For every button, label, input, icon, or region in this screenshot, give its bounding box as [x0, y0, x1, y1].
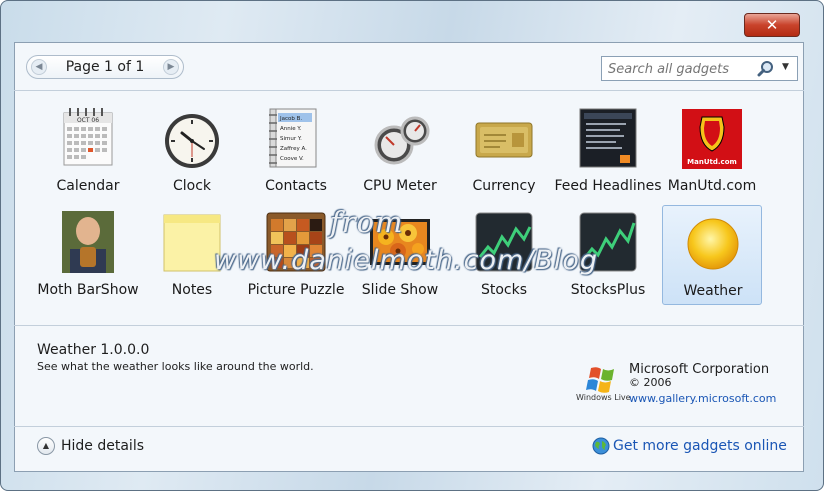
manutd-badge-text: ManUtd.com	[687, 158, 737, 166]
contact-name: Coove V.	[280, 156, 304, 162]
gadget-label: Stocks	[480, 282, 528, 298]
clock-icon	[165, 114, 219, 168]
hide-details-label[interactable]: Hide details	[61, 438, 144, 454]
hide-details-toggle[interactable]: ▲	[37, 437, 55, 455]
gadget-label: Contacts	[265, 178, 327, 194]
details-title: Weather 1.0.0.0	[37, 342, 150, 358]
gadget-calendar[interactable]: OCT 06 Calendar	[38, 101, 138, 201]
gadget-label: StocksPlus	[570, 282, 646, 298]
gadget-currency[interactable]: Currency	[454, 101, 554, 201]
details-description: See what the weather looks like around t…	[37, 360, 314, 373]
contact-name: Jacob B.	[279, 116, 302, 122]
copyright: © 2006	[629, 376, 672, 389]
gadget-label: Feed Headlines	[554, 178, 662, 194]
contact-name: Simur Y.	[280, 136, 302, 142]
gadget-label: Notes	[171, 282, 213, 298]
calendar-icon: OCT 06	[63, 108, 113, 166]
gadget-label: Calendar	[56, 178, 120, 194]
gadget-label: Moth BarShow	[37, 282, 139, 298]
gadget-cpu-meter[interactable]: CPU Meter	[350, 101, 450, 201]
calendar-month: OCT 06	[77, 117, 99, 124]
contacts-icon: Jacob B. Annie Y. Simur Y. Zaffrey A. Co…	[269, 108, 317, 168]
watermark-line-1: from	[330, 205, 404, 239]
manutd-icon: ManUtd.com	[682, 109, 742, 169]
gadget-label: Clock	[172, 178, 212, 194]
search-input[interactable]	[606, 59, 758, 79]
watermark-line-2: www.danielmoth.com/Blog	[214, 245, 599, 276]
gadget-label: Slide Show	[361, 282, 439, 298]
weather-icon	[687, 218, 739, 270]
publisher-link[interactable]: www.gallery.microsoft.com	[629, 392, 776, 405]
windows-live-text: Windows Live	[576, 393, 631, 402]
get-more-gadgets-link[interactable]: Get more gadgets online	[613, 438, 787, 454]
gadget-clock[interactable]: Clock	[142, 101, 242, 201]
divider	[14, 426, 804, 427]
search-box: ▼	[601, 56, 798, 81]
contact-name: Annie Y.	[280, 126, 302, 132]
gadget-feed-headlines[interactable]: Feed Headlines	[554, 101, 662, 201]
moth-photo-icon	[62, 211, 114, 273]
cpu-meter-icon	[374, 116, 430, 165]
gadget-moth-barshow[interactable]: Moth BarShow	[37, 205, 139, 305]
contact-name: Zaffrey A.	[280, 146, 307, 152]
feed-headlines-icon	[579, 108, 637, 168]
gadget-manutd[interactable]: ManUtd.com ManUtd.com	[662, 101, 762, 201]
gadget-label: Picture Puzzle	[247, 282, 345, 298]
globe-icon	[592, 437, 610, 455]
search-dropdown-arrow[interactable]: ▼	[782, 62, 789, 72]
currency-icon	[475, 122, 533, 158]
gadget-label: ManUtd.com	[667, 178, 757, 194]
gadget-contacts[interactable]: Jacob B. Annie Y. Simur Y. Zaffrey A. Co…	[246, 101, 346, 201]
gadget-label: Currency	[472, 178, 536, 194]
gadget-label: Weather	[683, 283, 743, 299]
close-button[interactable]: ✕	[744, 13, 800, 37]
gadget-weather[interactable]: Weather	[662, 205, 762, 305]
page-navigator: ◀ Page 1 of 1 ▶	[26, 55, 184, 79]
page-indicator: Page 1 of 1	[65, 59, 145, 75]
divider	[14, 90, 804, 91]
next-page-button[interactable]: ▶	[163, 59, 179, 75]
gadget-label: CPU Meter	[363, 178, 437, 194]
publisher-name: Microsoft Corporation	[629, 362, 770, 377]
divider	[14, 325, 804, 326]
search-icon[interactable]	[756, 59, 776, 79]
